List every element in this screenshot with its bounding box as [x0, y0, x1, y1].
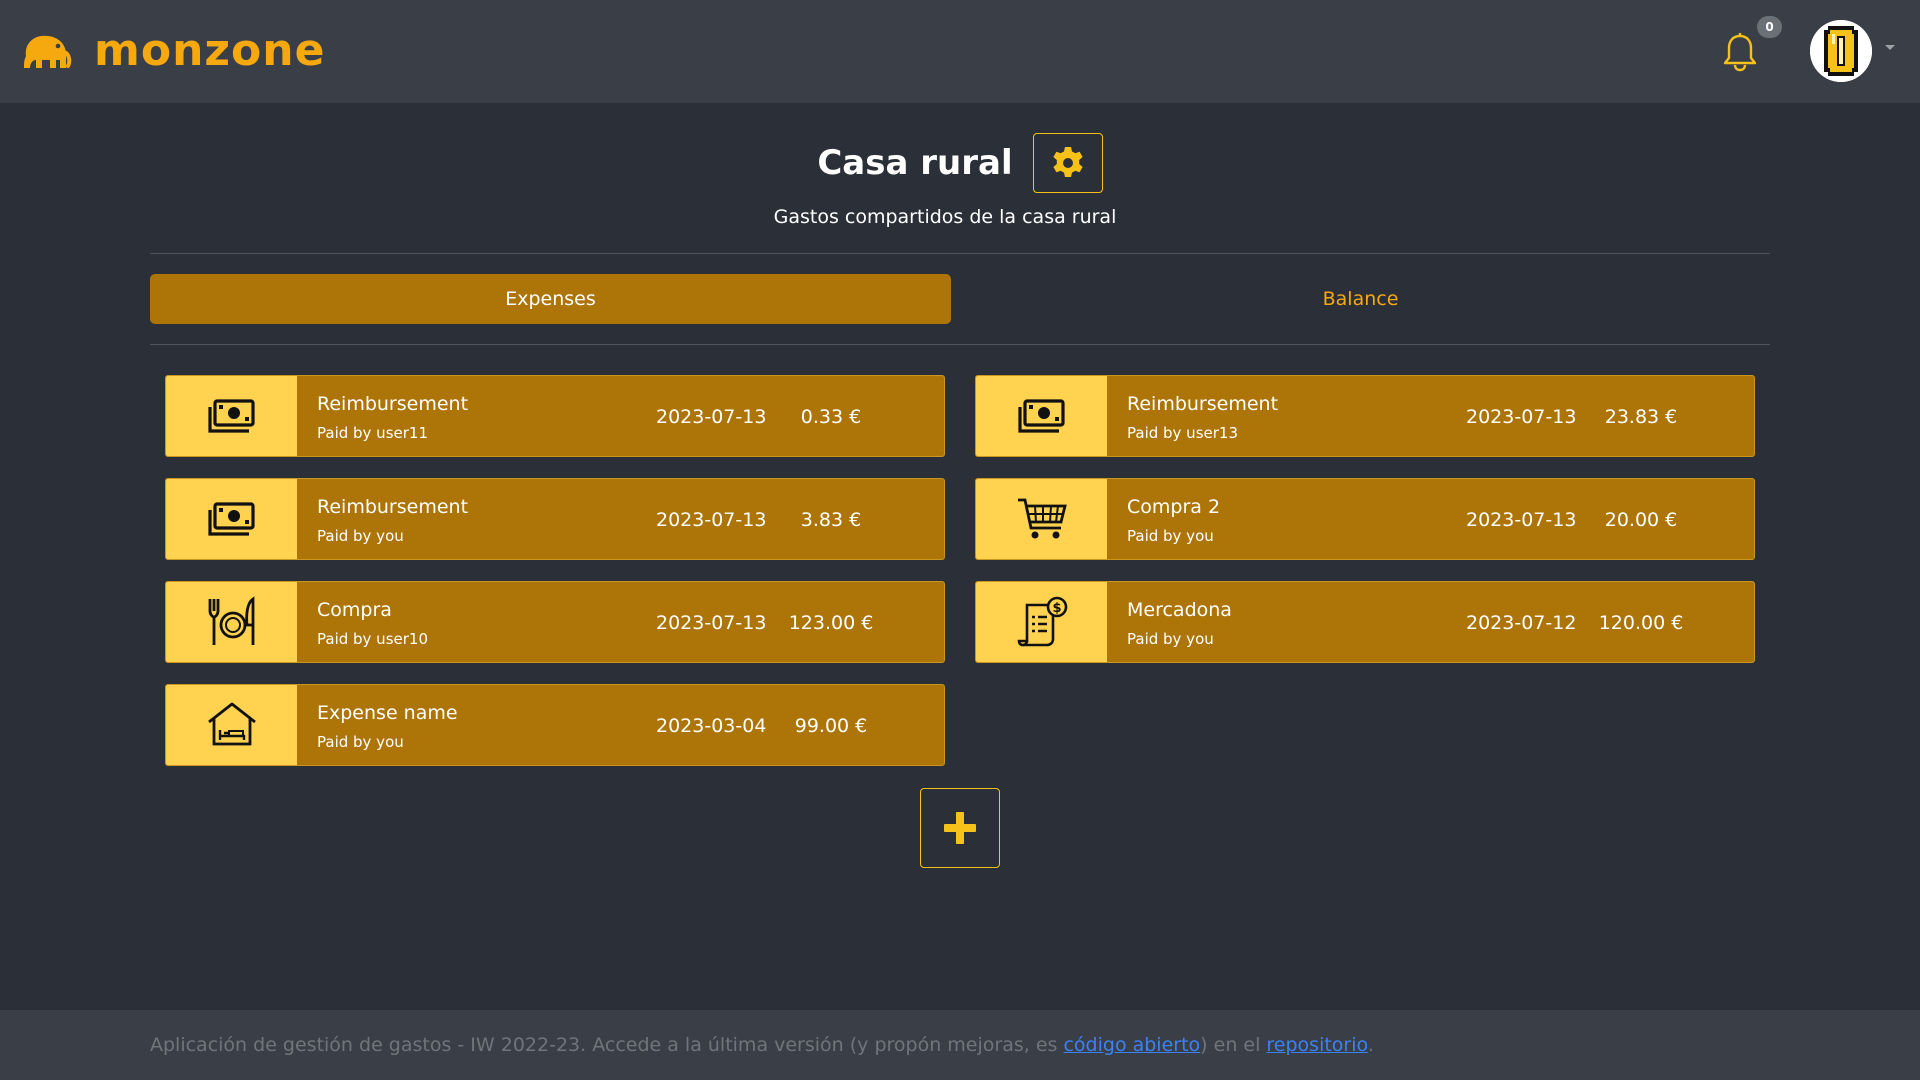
expense-card[interactable]: Compra 2 Paid by you 2023-07-13 20.00 € [975, 478, 1755, 560]
money-icon [207, 399, 255, 433]
expense-paid-by: Paid by user11 [317, 424, 428, 442]
expense-paid-by: Paid by user10 [317, 630, 428, 648]
expense-amount: 99.00 € [794, 715, 868, 737]
footer-text-middle: ) en el [1200, 1034, 1267, 1056]
expense-paid-by: Paid by you [1127, 630, 1214, 648]
expense-icon-box [166, 685, 297, 765]
group-settings-button[interactable] [1032, 133, 1103, 193]
expense-date: 2023-03-04 [656, 715, 767, 737]
page-title: Casa rural [817, 143, 1013, 183]
notification-count-badge: 0 [1757, 16, 1782, 38]
expense-name: Reimbursement [317, 496, 469, 518]
notification-bell-icon[interactable] [1722, 32, 1758, 72]
brand-logo[interactable]: monzone [20, 25, 326, 76]
money-icon [207, 502, 255, 536]
expense-card[interactable]: Compra Paid by user10 2023-07-13 123.00 … [165, 581, 945, 663]
expense-name: Reimbursement [317, 393, 469, 415]
add-expense-button[interactable] [920, 788, 1000, 868]
tab-balance[interactable]: Balance [951, 274, 1770, 324]
expense-icon-box: $ [976, 582, 1107, 662]
footer-text-before: Aplicación de gestión de gastos - IW 202… [150, 1034, 1064, 1056]
expense-card[interactable]: Reimbursement Paid by user13 2023-07-13 … [975, 375, 1755, 457]
expense-amount: 0.33 € [800, 406, 862, 428]
invoice-icon: $ [1017, 596, 1067, 647]
expense-name: Compra [317, 599, 392, 621]
expense-paid-by: Paid by you [317, 733, 404, 751]
open-source-link[interactable]: código abierto [1063, 1034, 1200, 1056]
expense-icon-box [976, 376, 1107, 456]
tab-expenses[interactable]: Expenses [150, 274, 951, 324]
expense-icon-box [976, 479, 1107, 559]
expense-date: 2023-07-13 [656, 509, 767, 531]
svg-text:$: $ [1052, 601, 1061, 616]
expense-date: 2023-07-13 [1466, 406, 1577, 428]
divider [150, 253, 1770, 254]
expense-amount: 120.00 € [1598, 612, 1684, 634]
elephant-logo-icon [24, 35, 72, 68]
expense-name: Reimbursement [1127, 393, 1279, 415]
expense-paid-by: Paid by user13 [1127, 424, 1238, 442]
expense-date: 2023-07-12 [1466, 612, 1577, 634]
coin-avatar-icon [1810, 20, 1872, 82]
footer-text: Aplicación de gestión de gastos - IW 202… [150, 1034, 1374, 1056]
expense-amount: 123.00 € [788, 612, 874, 634]
expense-name: Expense name [317, 702, 458, 724]
expense-date: 2023-07-13 [656, 406, 767, 428]
page-footer: Aplicación de gestión de gastos - IW 202… [0, 1010, 1920, 1080]
expense-amount: 23.83 € [1604, 406, 1678, 428]
expense-paid-by: Paid by you [1127, 527, 1214, 545]
repository-link[interactable]: repositorio [1266, 1034, 1367, 1056]
expense-name: Mercadona [1127, 599, 1232, 621]
expense-card[interactable]: Reimbursement Paid by user11 2023-07-13 … [165, 375, 945, 457]
house-icon [207, 702, 256, 746]
top-navbar: monzone 0 [0, 0, 1920, 103]
expense-icon-box [166, 376, 297, 456]
divider [150, 344, 1770, 345]
gear-icon [1053, 147, 1083, 177]
expense-date: 2023-07-13 [656, 612, 767, 634]
expense-amount: 20.00 € [1604, 509, 1678, 531]
footer-text-after: . [1367, 1034, 1374, 1056]
chevron-down-icon[interactable] [1884, 44, 1896, 52]
expense-date: 2023-07-13 [1466, 509, 1577, 531]
user-avatar[interactable] [1810, 20, 1872, 82]
money-icon [1017, 399, 1065, 433]
expense-card[interactable]: $ Mercadona Paid by you 2023-07-12 120.0… [975, 581, 1755, 663]
restaurant-icon [208, 596, 254, 645]
group-description: Gastos compartidos de la casa rural [773, 206, 1117, 228]
shopping-cart-icon [1017, 498, 1067, 539]
expense-card[interactable]: Expense name Paid by you 2023-03-04 99.0… [165, 684, 945, 766]
plus-icon [944, 812, 976, 844]
expense-icon-box [166, 479, 297, 559]
group-title-row: Casa rural [0, 133, 1920, 193]
expense-icon-box [166, 582, 297, 662]
expense-paid-by: Paid by you [317, 527, 404, 545]
expense-name: Compra 2 [1127, 496, 1221, 518]
expense-card[interactable]: Reimbursement Paid by you 2023-07-13 3.8… [165, 478, 945, 560]
expense-amount: 3.83 € [800, 509, 862, 531]
brand-name: monzone [94, 25, 326, 76]
